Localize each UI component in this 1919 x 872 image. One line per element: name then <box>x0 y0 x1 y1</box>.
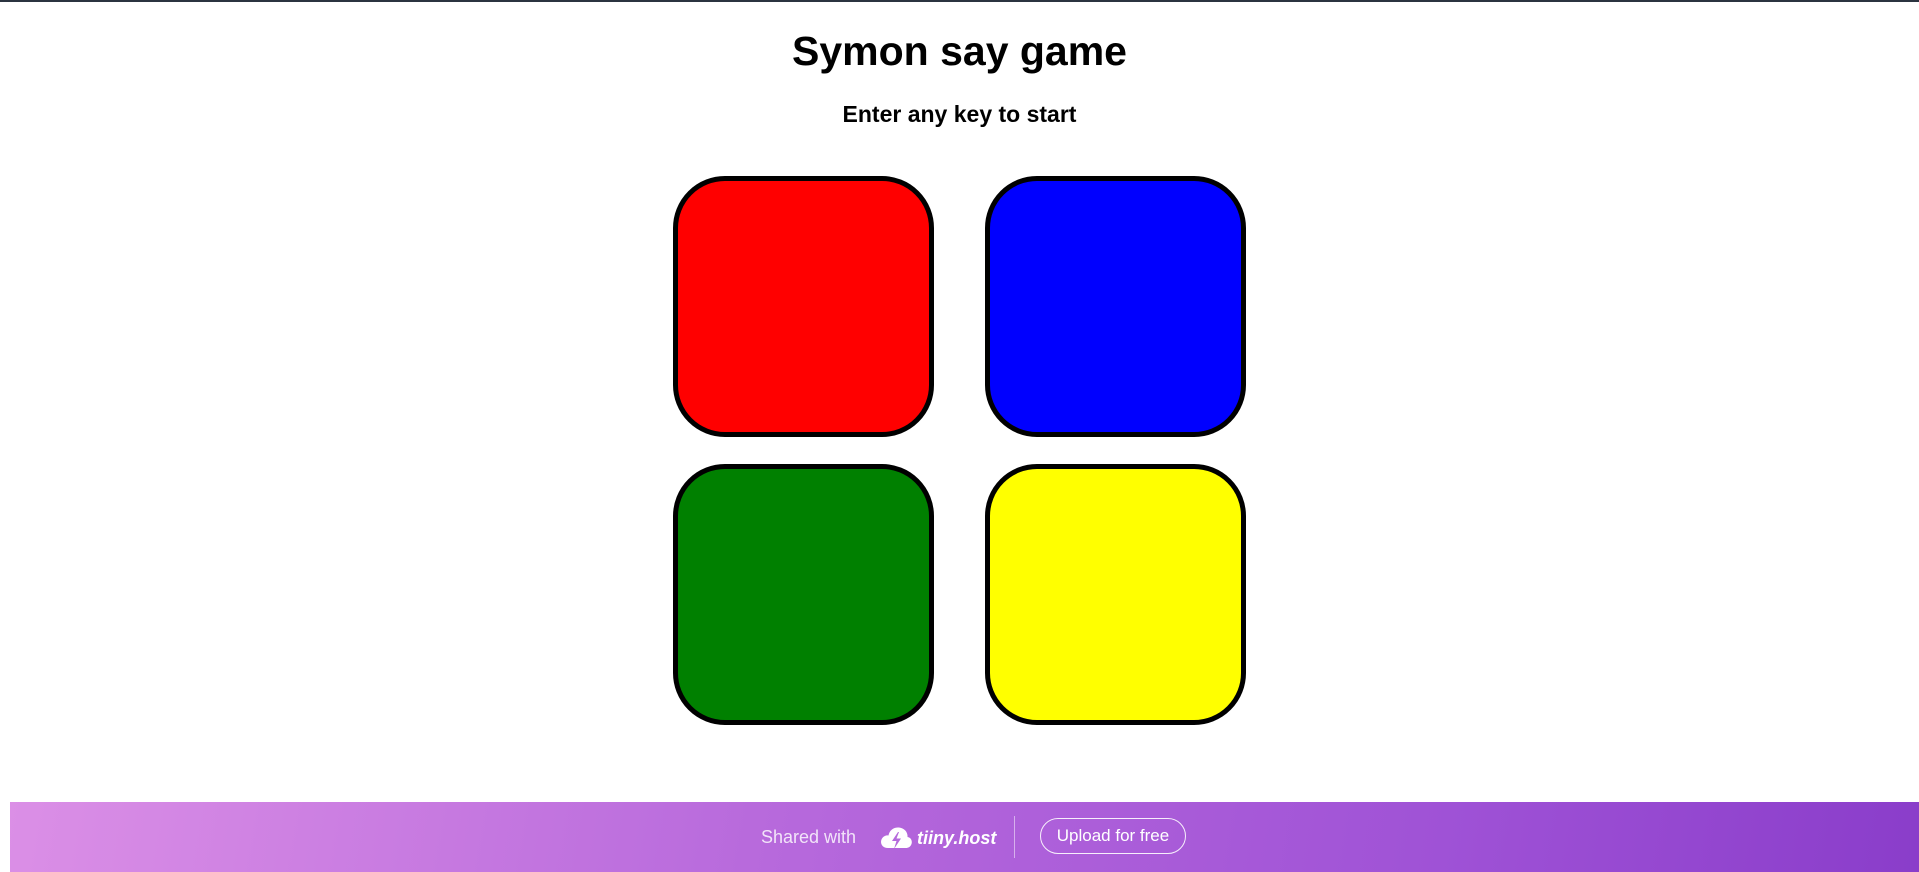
footer-divider <box>1014 816 1015 858</box>
tiiny-host-banner: Shared with tiiny.host Upload for free <box>10 802 1919 872</box>
shared-with-label: Shared with <box>761 827 857 847</box>
yellow-pad[interactable] <box>985 464 1246 725</box>
green-pad[interactable] <box>673 464 934 725</box>
upload-for-free-button[interactable]: Upload for free <box>1040 818 1186 854</box>
game-title: Symon say game <box>792 28 1127 74</box>
game-page: Symon say game Enter any key to start <box>0 0 1919 802</box>
cloud-lightning-icon <box>881 827 912 849</box>
game-status: Enter any key to start <box>842 101 1077 127</box>
blue-pad[interactable] <box>985 176 1246 437</box>
red-pad[interactable] <box>673 176 934 437</box>
brand-name[interactable]: tiiny.host <box>917 827 996 849</box>
